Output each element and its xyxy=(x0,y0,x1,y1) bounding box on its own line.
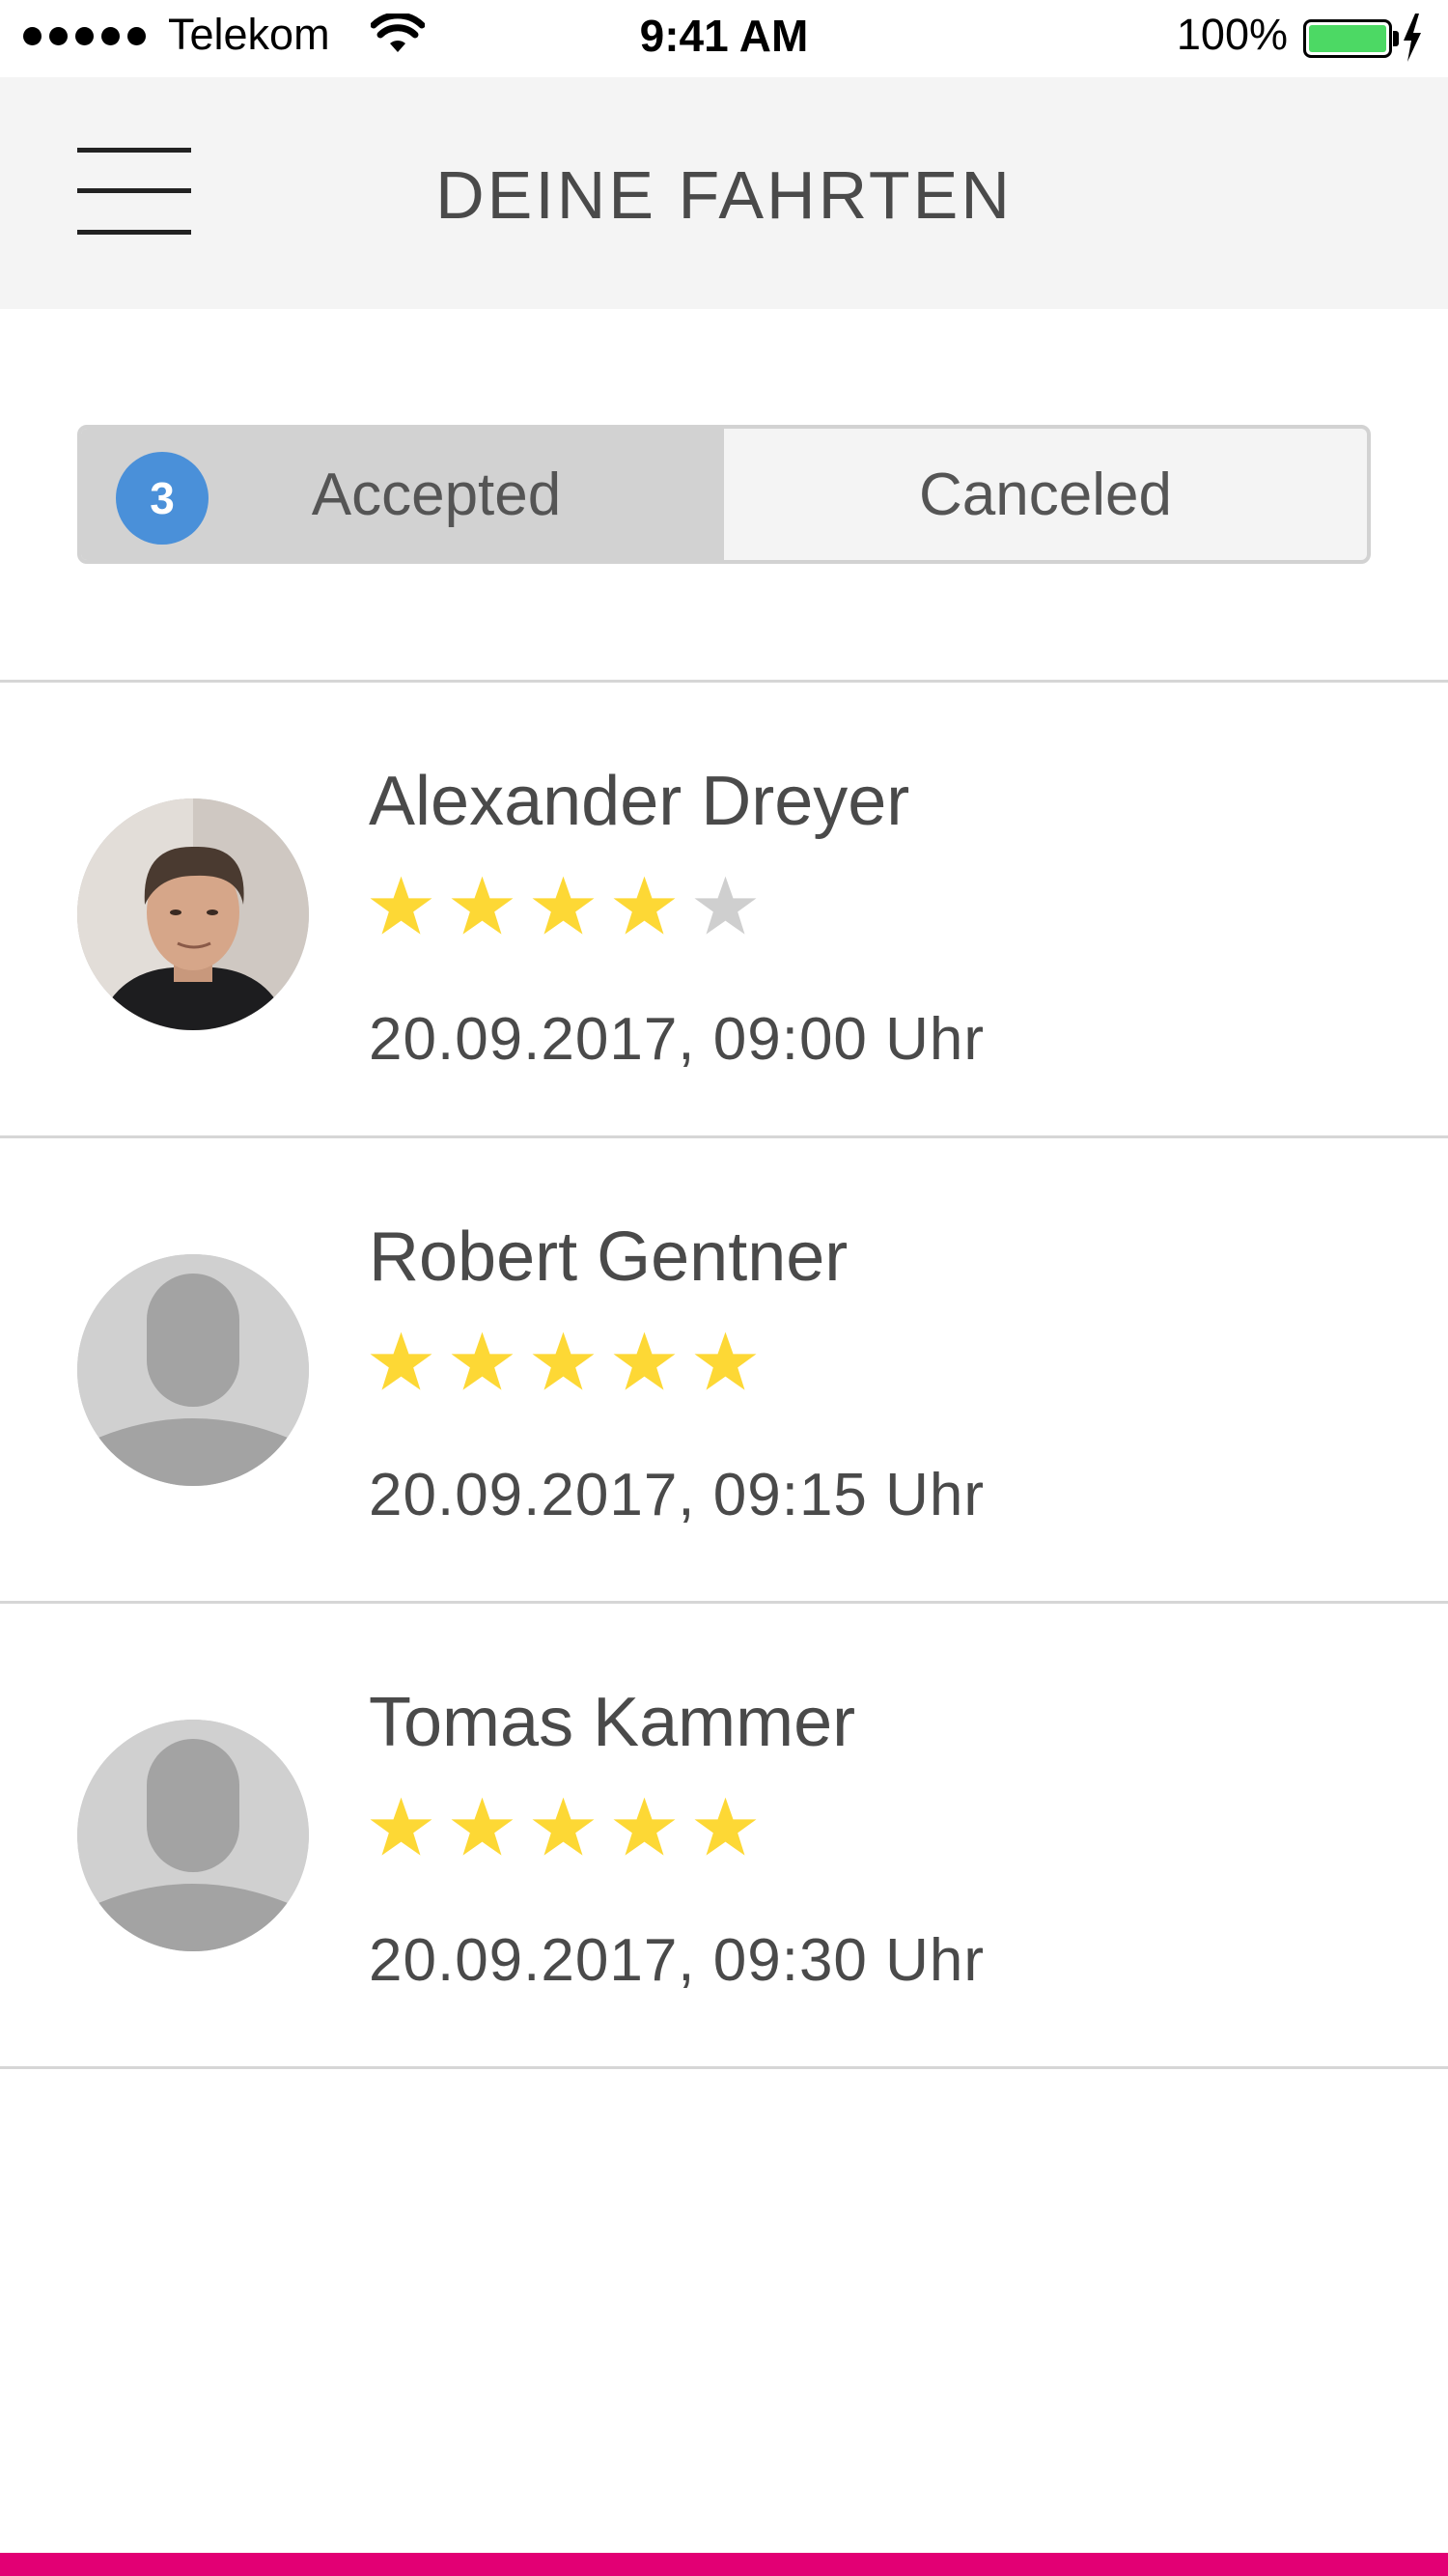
star-filled-icon xyxy=(613,1797,676,1856)
app-header: DEINE FAHRTEN xyxy=(0,77,1448,309)
accepted-count-badge: 3 xyxy=(116,452,209,545)
ride-datetime: 20.09.2017, 09:15 Uhr xyxy=(369,1462,986,1528)
page-title: DEINE FAHRTEN xyxy=(435,157,1013,233)
star-filled-icon xyxy=(451,1331,514,1390)
star-filled-icon xyxy=(613,876,676,935)
bottom-accent-bar xyxy=(0,2553,1448,2576)
battery-icon xyxy=(1303,19,1392,58)
battery-tip xyxy=(1393,31,1399,46)
avatar-placeholder-icon xyxy=(77,1720,309,1951)
list-divider xyxy=(0,2066,1448,2069)
status-bar: Telekom 9:41 AM 100% xyxy=(0,0,1448,77)
battery-percentage: 100% xyxy=(1176,10,1288,59)
rating-stars xyxy=(369,1795,758,1857)
passenger-name: Alexander Dreyer xyxy=(369,763,910,840)
tab-canceled-label: Canceled xyxy=(919,461,1172,528)
star-filled-icon xyxy=(532,1331,595,1390)
star-filled-icon xyxy=(451,876,514,935)
star-filled-icon xyxy=(370,876,432,935)
ride-status-tabs: 3 Accepted Canceled xyxy=(77,425,1371,564)
star-filled-icon xyxy=(532,1797,595,1856)
passenger-name: Tomas Kammer xyxy=(369,1684,856,1761)
star-filled-icon xyxy=(370,1331,432,1390)
rating-stars xyxy=(369,1330,758,1391)
ride-datetime: 20.09.2017, 09:30 Uhr xyxy=(369,1927,986,1994)
star-filled-icon xyxy=(370,1797,432,1856)
star-filled-icon xyxy=(451,1797,514,1856)
ride-row[interactable]: Tomas Kammer 20.09.2017, 09:30 Uhr xyxy=(0,1604,1448,2058)
ride-row[interactable]: Alexander Dreyer 20.09.2017, 09:00 Uhr xyxy=(0,683,1448,1136)
rating-stars xyxy=(369,874,758,936)
passenger-name: Robert Gentner xyxy=(369,1218,849,1296)
star-filled-icon xyxy=(532,876,595,935)
avatar-placeholder-icon xyxy=(77,1254,309,1486)
charging-bolt-icon xyxy=(1404,14,1421,62)
star-filled-icon xyxy=(694,1797,757,1856)
tab-canceled[interactable]: Canceled xyxy=(724,429,1367,560)
avatar-photo xyxy=(77,798,309,1030)
tab-accepted-label: Accepted xyxy=(311,461,562,528)
ride-row[interactable]: Robert Gentner 20.09.2017, 09:15 Uhr xyxy=(0,1138,1448,1592)
star-empty-icon xyxy=(694,876,757,935)
star-filled-icon xyxy=(694,1331,757,1390)
tab-accepted[interactable]: 3 Accepted xyxy=(81,429,724,560)
ride-datetime: 20.09.2017, 09:00 Uhr xyxy=(369,1006,986,1073)
star-filled-icon xyxy=(613,1331,676,1390)
